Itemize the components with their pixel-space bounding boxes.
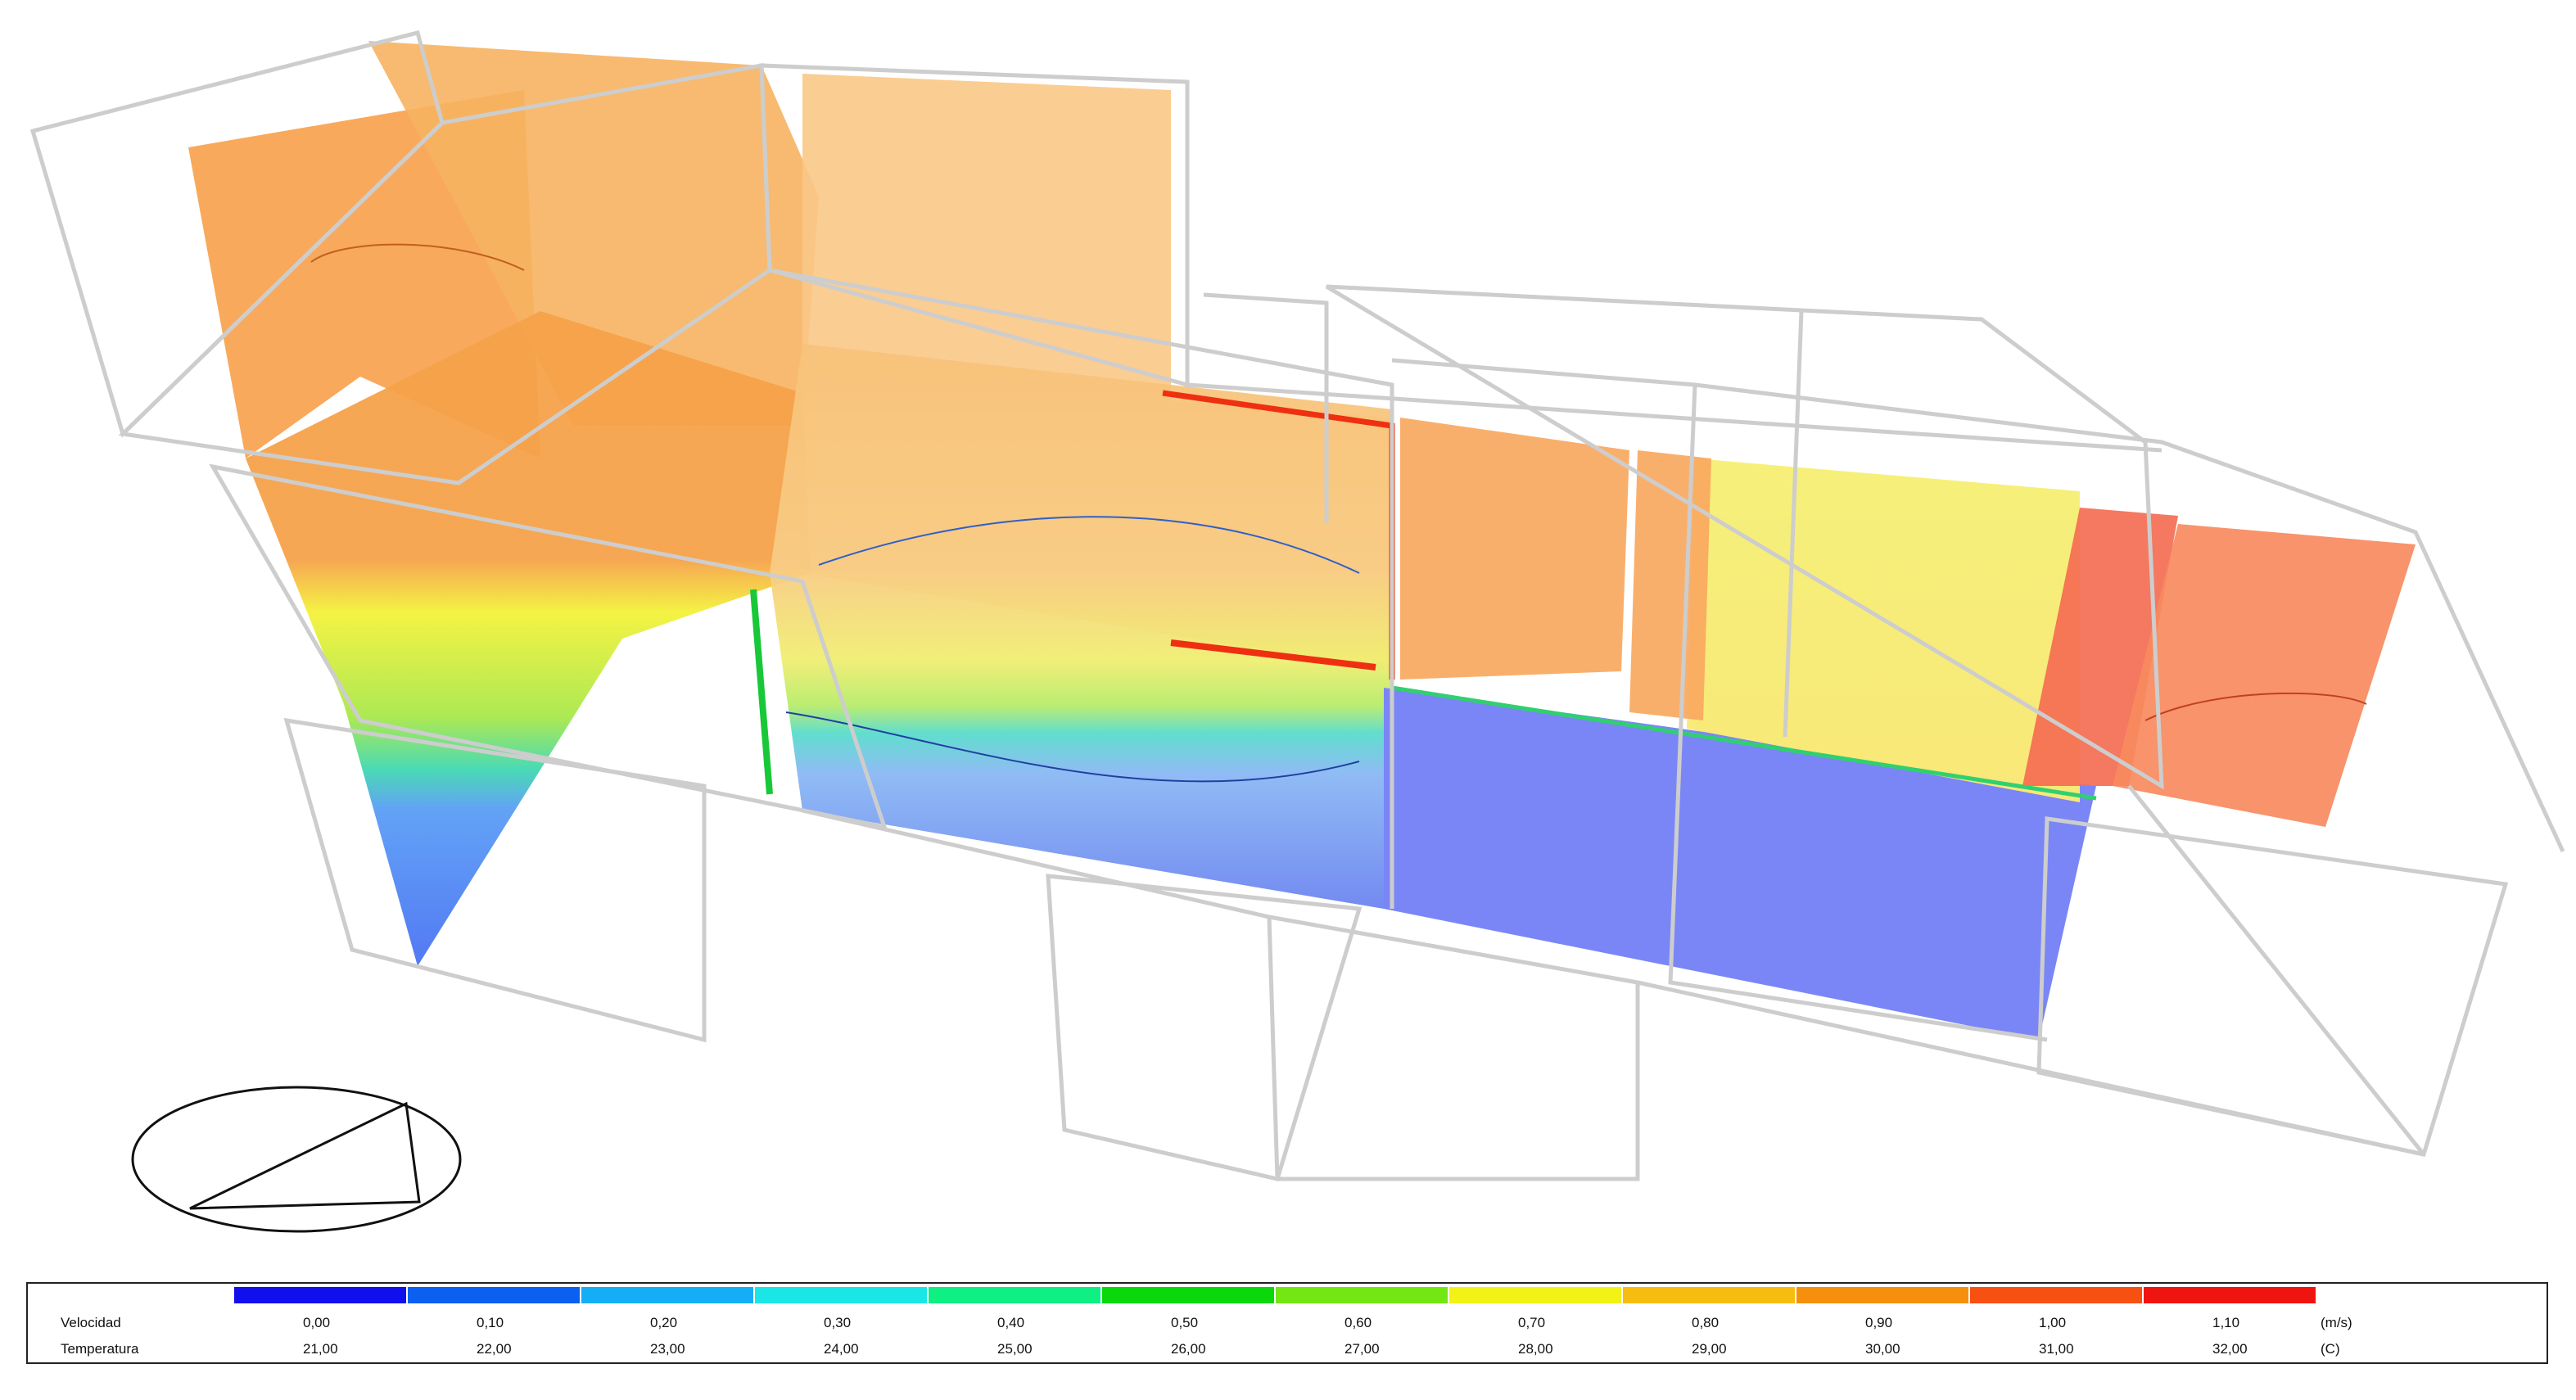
legend-value: 25,00 [997,1341,1033,1357]
legend-value: 0,40 [997,1315,1025,1330]
legend-swatch [408,1287,581,1303]
legend-swatch [1102,1287,1276,1303]
legend-value: 31,00 [2039,1341,2074,1357]
legend-value: 23,00 [650,1341,685,1357]
legend-value: 0,20 [650,1315,678,1330]
legend-swatch [2144,1287,2317,1303]
legend-value: 22,00 [477,1341,512,1357]
legend-value: 26,00 [1171,1341,1206,1357]
legend-value: 0,10 [477,1315,504,1330]
legend-value: 0,80 [1692,1315,1720,1330]
legend-swatch [234,1287,408,1303]
legend-row-label-temperature: Temperatura [61,1341,139,1357]
legend-value: 1,00 [2039,1315,2067,1330]
legend-value: 1,10 [2212,1315,2240,1330]
legend-value: 24,00 [824,1341,859,1357]
legend-value: 29,00 [1692,1341,1727,1357]
legend-swatch [1623,1287,1796,1303]
legend-swatch [755,1287,929,1303]
legend-value: 0,30 [824,1315,852,1330]
legend-value: 32,00 [2212,1341,2248,1357]
legend-value: 27,00 [1344,1341,1380,1357]
legend-value: 0,70 [1518,1315,1546,1330]
orientation-compass-icon [131,1086,462,1233]
legend-value: 0,50 [1171,1315,1199,1330]
temperature-plane-right-orange-a [1400,418,1629,680]
legend-row-label-velocity: Velocidad [61,1315,121,1330]
legend-swatch [929,1287,1102,1303]
legend-value: 0,00 [303,1315,331,1330]
legend-swatch [1276,1287,1449,1303]
cool-strip-vertical [750,589,773,795]
legend-value: 21,00 [303,1341,338,1357]
legend-value: 30,00 [1865,1341,1900,1357]
cfd-building-scene [29,29,2565,1233]
legend-unit-temperature: (C) [2321,1341,2340,1357]
legend-value: 0,90 [1865,1315,1893,1330]
legend-value: 0,60 [1344,1315,1372,1330]
legend-swatch [1796,1287,1970,1303]
legend-swatch [1970,1287,2144,1303]
color-legend: Velocidad Temperatura (m/s) (C) 0,00 0,10… [26,1282,2548,1364]
legend-swatch [581,1287,755,1303]
legend-value: 28,00 [1518,1341,1553,1357]
legend-swatch [1449,1287,1623,1303]
legend-unit-velocity: (m/s) [2321,1315,2352,1330]
